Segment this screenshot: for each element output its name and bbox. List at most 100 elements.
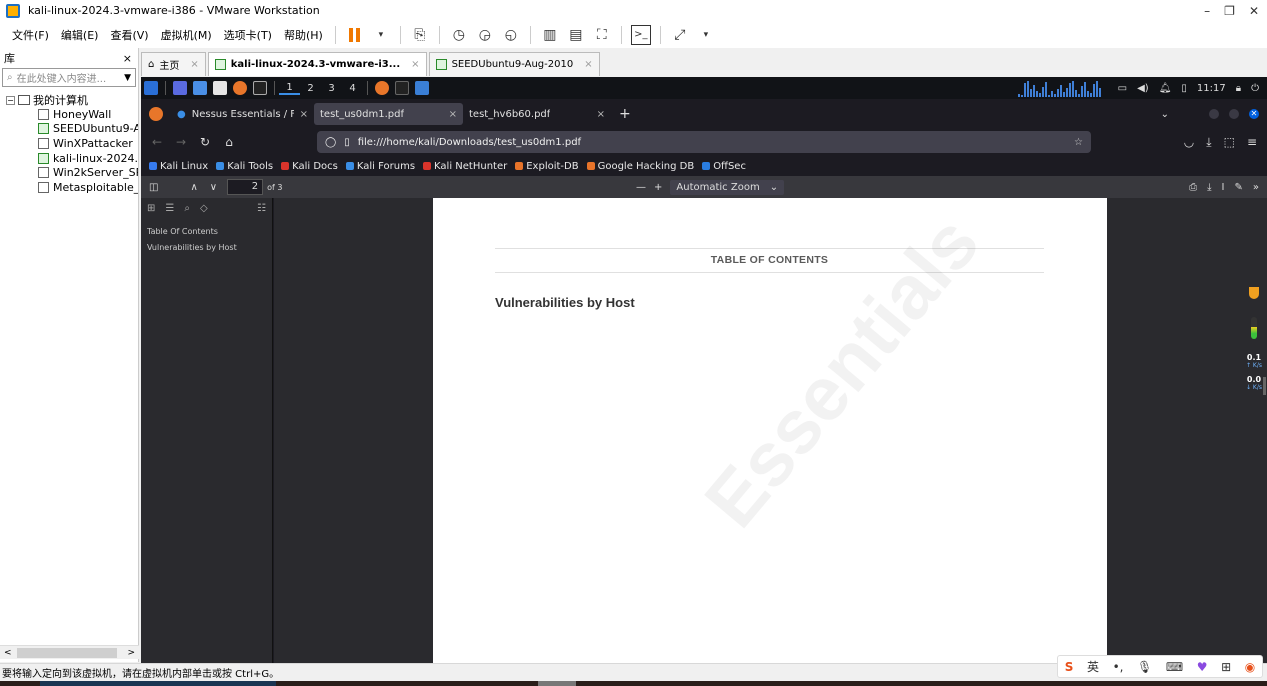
- outline-item[interactable]: Vulnerabilities by Host: [147, 240, 266, 256]
- bookmark-exploit-db[interactable]: Exploit-DB: [515, 161, 579, 172]
- bookmark-kali-nethunter[interactable]: Kali NetHunter: [423, 161, 507, 172]
- console-view-icon[interactable]: >_: [630, 24, 651, 45]
- extensions-icon[interactable]: ⬚: [1224, 135, 1235, 150]
- reload-icon[interactable]: ↻: [193, 135, 217, 149]
- text-editor-icon[interactable]: [213, 81, 227, 95]
- volume-icon[interactable]: ◀): [1137, 83, 1149, 94]
- chevron-down-icon[interactable]: ▼: [124, 73, 131, 83]
- show-desktop-icon[interactable]: [173, 81, 187, 95]
- downloads-icon[interactable]: ⤓: [1206, 135, 1211, 150]
- workspace-3[interactable]: 3: [321, 83, 342, 94]
- tab-seedubuntu[interactable]: SEEDUbuntu9-Aug-2010 ×: [428, 52, 600, 76]
- chevron-down-icon[interactable]: ▾: [371, 25, 391, 45]
- firefox-view-icon[interactable]: [149, 107, 163, 121]
- menu-edit[interactable]: 编辑(E): [55, 27, 105, 43]
- vm-item-honeywall[interactable]: HoneyWall: [0, 107, 138, 122]
- sidebar-toggle-icon[interactable]: ◫: [143, 182, 164, 193]
- collapse-icon[interactable]: −: [6, 95, 15, 105]
- library-search-input[interactable]: ⌕ 在此处键入内容进... ▼: [2, 68, 136, 87]
- url-bar[interactable]: ◯ ▯ file:///home/kali/Downloads/test_us0…: [317, 131, 1091, 153]
- bookmark-kali-linux[interactable]: Kali Linux: [149, 161, 208, 172]
- thumbnails-icon[interactable]: ⊞: [147, 203, 155, 214]
- vm-item-kali-linux[interactable]: kali-linux-2024.3-: [0, 151, 138, 166]
- scrollbar-thumb[interactable]: [17, 647, 117, 658]
- skin-icon[interactable]: ♥: [1197, 660, 1208, 674]
- bookmark-google-hacking-db[interactable]: Google Hacking DB: [586, 161, 694, 172]
- mascot-icon[interactable]: ◉: [1245, 660, 1255, 674]
- previous-page-icon[interactable]: ∧: [184, 182, 203, 193]
- shield-icon[interactable]: ◯: [325, 137, 336, 148]
- close-button[interactable]: ✕: [1249, 4, 1259, 18]
- zoom-out-icon[interactable]: —: [636, 182, 646, 193]
- workspace-2[interactable]: 2: [300, 83, 321, 94]
- maximize-icon[interactable]: [1229, 109, 1239, 119]
- home-icon[interactable]: ⌂: [217, 135, 241, 149]
- sogou-logo-icon[interactable]: S: [1065, 660, 1074, 674]
- vm-item-winxpattacker[interactable]: WinXPattacker: [0, 136, 138, 151]
- scroll-left-icon[interactable]: <: [4, 648, 12, 658]
- pause-icon[interactable]: [345, 25, 365, 45]
- vm-item-win2kserver[interactable]: Win2kServer_SP0: [0, 165, 138, 180]
- chevron-down-icon[interactable]: ▾: [696, 25, 716, 45]
- tab-test-hv6b60[interactable]: test_hv6b60.pdf ×: [463, 103, 611, 125]
- bookmark-star-icon[interactable]: ☆: [1074, 137, 1083, 148]
- send-ctrl-alt-del-icon[interactable]: ⎘: [410, 25, 430, 45]
- thumbnail-bar-icon[interactable]: ▤: [566, 25, 586, 45]
- back-icon[interactable]: ←: [145, 135, 169, 149]
- library-close-button[interactable]: ×: [123, 52, 132, 65]
- close-icon[interactable]: ×: [300, 109, 308, 120]
- current-outline-icon[interactable]: ☷: [257, 203, 272, 214]
- minimize-icon[interactable]: [1209, 109, 1219, 119]
- tab-kali-linux[interactable]: kali-linux-2024.3-vmware-i3... ×: [207, 52, 427, 76]
- text-tool-icon[interactable]: I: [1222, 182, 1225, 193]
- stretch-guest-icon[interactable]: ⤢: [670, 25, 690, 45]
- show-library-icon[interactable]: ▥: [540, 25, 560, 45]
- layers-icon[interactable]: ◇: [200, 203, 208, 214]
- lock-icon[interactable]: 🔒︎: [1236, 83, 1241, 94]
- outline-item[interactable]: Table Of Contents: [147, 224, 266, 240]
- close-icon[interactable]: ×: [584, 59, 592, 70]
- page-number-input[interactable]: 2: [227, 179, 264, 195]
- menu-view[interactable]: 查看(V): [104, 27, 154, 43]
- list-all-tabs-icon[interactable]: ⌄: [1161, 109, 1169, 120]
- menu-tabs[interactable]: 选项卡(T): [218, 27, 278, 43]
- microphone-icon[interactable]: 🎙︎: [1137, 660, 1152, 674]
- forward-icon[interactable]: →: [169, 135, 193, 149]
- zoom-in-icon[interactable]: +: [654, 182, 662, 193]
- terminal-icon[interactable]: [253, 81, 267, 95]
- bookmark-kali-docs[interactable]: Kali Docs: [281, 161, 338, 172]
- tab-home[interactable]: ⌂ 主页 ×: [141, 52, 206, 76]
- workspace-4[interactable]: 4: [342, 83, 363, 94]
- minimize-button[interactable]: –: [1204, 4, 1210, 18]
- outline-icon[interactable]: ☰: [165, 203, 174, 214]
- library-horizontal-scrollbar[interactable]: < >: [0, 645, 139, 659]
- next-page-icon[interactable]: ∨: [204, 182, 223, 193]
- bookmark-kali-forums[interactable]: Kali Forums: [345, 161, 415, 172]
- tree-root-my-computer[interactable]: − 我的计算机: [0, 93, 138, 107]
- window-switcher-icon[interactable]: ▭: [1118, 83, 1127, 94]
- viewer-scrollbar[interactable]: [1263, 377, 1266, 395]
- vm-item-seedubuntu[interactable]: SEEDUbuntu9-Aug: [0, 122, 138, 137]
- keyboard-icon[interactable]: ⌨: [1166, 660, 1183, 674]
- file-manager-icon[interactable]: [193, 81, 207, 95]
- firefox-icon[interactable]: [233, 81, 247, 95]
- scroll-right-icon[interactable]: >: [127, 648, 135, 658]
- draw-tool-icon[interactable]: ✎: [1234, 182, 1242, 193]
- pocket-icon[interactable]: ◡: [1184, 135, 1194, 150]
- power-icon[interactable]: ⏻: [1251, 83, 1259, 94]
- bookmark-kali-tools[interactable]: Kali Tools: [216, 161, 273, 172]
- tab-test-us0dm1[interactable]: test_us0dm1.pdf ×: [314, 103, 463, 125]
- close-icon[interactable]: ×: [190, 59, 198, 70]
- zoom-select[interactable]: Automatic Zoom ⌄: [670, 179, 785, 195]
- guest-screen[interactable]: 1 2 3 4 ▭ ◀) 🔔︎ ▯ 11:17 🔒︎ ⏻ ● Nessus Es…: [141, 77, 1267, 663]
- notification-bell-icon[interactable]: 🔔︎: [1159, 83, 1172, 94]
- tab-nessus[interactable]: ● Nessus Essentials / Folde ×: [171, 103, 314, 125]
- kali-menu-icon[interactable]: [144, 81, 158, 95]
- close-icon[interactable]: ×: [597, 109, 605, 120]
- pdf-page[interactable]: TABLE OF CONTENTS Vulnerabilities by Hos…: [433, 198, 1107, 663]
- close-icon[interactable]: ×: [411, 59, 419, 70]
- close-icon[interactable]: ×: [449, 109, 457, 120]
- restore-button[interactable]: ❐: [1224, 4, 1235, 18]
- punctuation-icon[interactable]: •,: [1113, 660, 1124, 674]
- menu-help[interactable]: 帮助(H): [278, 27, 329, 43]
